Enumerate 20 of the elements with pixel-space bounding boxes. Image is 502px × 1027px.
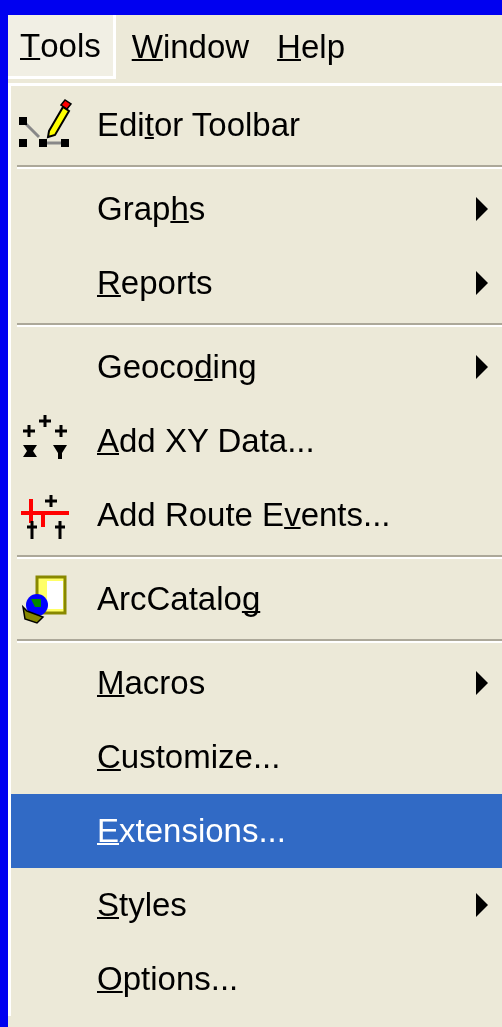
menu-item[interactable]: Editor Toolbar — [11, 88, 502, 162]
submenu-arrow-icon — [476, 271, 488, 295]
submenu-arrow-icon — [476, 893, 488, 917]
menu-item[interactable]: Add Route Events... — [11, 478, 502, 552]
menu-item[interactable]: Styles — [11, 868, 502, 942]
submenu-arrow-icon — [476, 197, 488, 221]
menu-item[interactable]: ArcCatalog — [11, 562, 502, 636]
submenu-arrow-icon — [476, 355, 488, 379]
menu-item[interactable]: Options... — [11, 942, 502, 1016]
menu-item[interactable]: Graphs — [11, 172, 502, 246]
menu-item[interactable]: Reports — [11, 246, 502, 320]
menu-item[interactable]: Customize... — [11, 720, 502, 794]
menu-item[interactable]: Geocoding — [11, 330, 502, 404]
submenu-arrow-icon — [476, 671, 488, 695]
menu-bar-item[interactable]: Help — [265, 15, 357, 79]
menu-item[interactable]: Extensions... — [11, 794, 502, 868]
menu-item[interactable]: Add XY Data... — [11, 404, 502, 478]
menu-item[interactable]: Macros — [11, 646, 502, 720]
menu-bar-item[interactable]: Window — [119, 15, 262, 79]
menu-bar-item[interactable]: Tools — [8, 15, 116, 79]
